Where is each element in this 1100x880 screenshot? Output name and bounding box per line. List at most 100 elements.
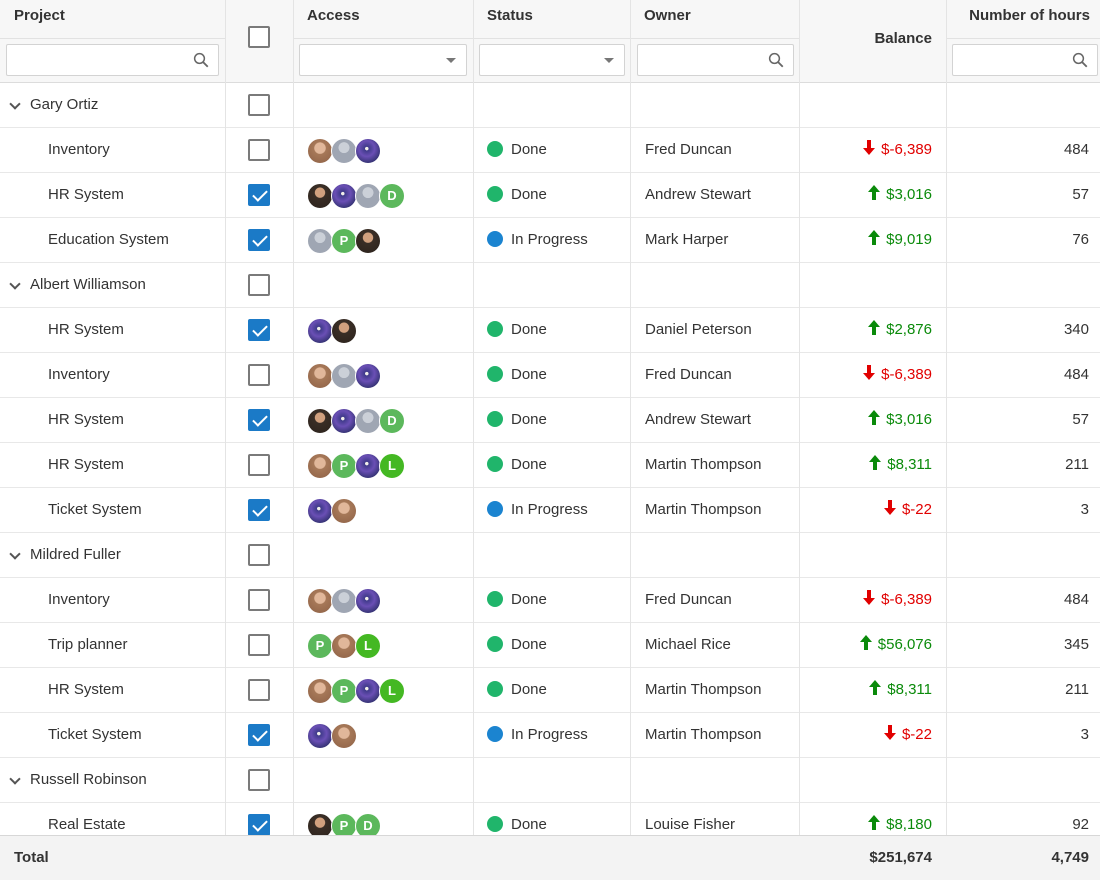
status-dot-icon <box>487 816 503 832</box>
row-checkbox[interactable] <box>248 814 270 836</box>
avatar[interactable] <box>307 723 333 749</box>
row-checkbox[interactable] <box>248 229 270 251</box>
avatar-initial[interactable]: L <box>379 453 405 479</box>
avatar[interactable] <box>331 408 357 434</box>
avatar[interactable] <box>331 498 357 524</box>
column-header-access[interactable]: Access <box>293 0 473 83</box>
group-checkbox[interactable] <box>248 769 270 791</box>
arrow-up-icon <box>868 815 881 831</box>
column-label-owner: Owner <box>644 7 691 24</box>
owner-name: Martin Thompson <box>645 501 762 518</box>
table-row[interactable]: Inventory Done Fred Duncan $-6,389 484 <box>0 128 1100 173</box>
status-cell: In Progress <box>487 713 588 757</box>
table-row[interactable]: Inventory Done Fred Duncan $-6,389 484 <box>0 353 1100 398</box>
avatar-initial[interactable]: L <box>379 678 405 704</box>
project-filter-input[interactable] <box>6 44 219 76</box>
table-row[interactable]: HR System D Done Andrew Stewart $3,016 57 <box>0 398 1100 443</box>
row-checkbox[interactable] <box>248 499 270 521</box>
balance-total: $251,674 <box>869 849 932 866</box>
avatar[interactable] <box>307 588 333 614</box>
row-checkbox[interactable] <box>248 184 270 206</box>
avatar[interactable] <box>307 318 333 344</box>
balance-value: $9,019 <box>886 231 932 248</box>
avatar[interactable] <box>307 183 333 209</box>
balance-cell: $-22 <box>799 488 932 532</box>
avatar[interactable] <box>355 453 381 479</box>
balance-cell: $56,076 <box>799 623 932 667</box>
access-filter-select[interactable] <box>299 44 467 76</box>
select-all-checkbox[interactable] <box>248 26 270 48</box>
group-row[interactable]: Albert Williamson <box>0 263 1100 308</box>
avatar[interactable] <box>355 408 381 434</box>
avatar[interactable] <box>331 588 357 614</box>
avatar[interactable] <box>307 453 333 479</box>
table-row[interactable]: Ticket System In Progress Martin Thompson $… <box>0 488 1100 533</box>
table-row[interactable]: Trip planner P L Done Michael Rice $56,076 345 <box>0 623 1100 668</box>
avatar[interactable] <box>331 723 357 749</box>
row-checkbox[interactable] <box>248 724 270 746</box>
balance-value: $2,876 <box>886 321 932 338</box>
avatar[interactable] <box>331 183 357 209</box>
table-row[interactable]: HR System P L Done Martin Thompson $8,311 211 <box>0 443 1100 488</box>
avatar[interactable] <box>307 363 333 389</box>
column-header-owner[interactable]: Owner <box>630 0 799 83</box>
owner-name: Martin Thompson <box>645 726 762 743</box>
avatar[interactable] <box>307 408 333 434</box>
chevron-down-icon[interactable] <box>9 773 21 785</box>
table-row[interactable]: HR System D Done Andrew Stewart $3,016 57 <box>0 173 1100 218</box>
avatar-initial[interactable]: L <box>355 633 381 659</box>
group-row[interactable]: Gary Ortiz <box>0 83 1100 128</box>
avatar-initial[interactable]: P <box>331 228 357 254</box>
column-header-status[interactable]: Status <box>473 0 630 83</box>
table-row[interactable]: Education System P In Progress Mark Harper $… <box>0 218 1100 263</box>
avatar[interactable] <box>355 588 381 614</box>
row-checkbox[interactable] <box>248 634 270 656</box>
group-checkbox[interactable] <box>248 94 270 116</box>
group-checkbox[interactable] <box>248 544 270 566</box>
row-checkbox[interactable] <box>248 409 270 431</box>
avatar[interactable] <box>331 363 357 389</box>
avatar[interactable] <box>355 183 381 209</box>
table-row[interactable]: Inventory Done Fred Duncan $-6,389 484 <box>0 578 1100 623</box>
row-checkbox[interactable] <box>248 364 270 386</box>
avatar[interactable] <box>331 138 357 164</box>
status-filter-select[interactable] <box>479 44 625 76</box>
avatar[interactable] <box>331 633 357 659</box>
avatar-initial[interactable]: D <box>379 183 405 209</box>
group-row[interactable]: Russell Robinson <box>0 758 1100 803</box>
column-header-hours[interactable]: Number of hours <box>946 0 1100 83</box>
row-checkbox[interactable] <box>248 454 270 476</box>
row-checkbox[interactable] <box>248 319 270 341</box>
owner-filter-input[interactable] <box>637 44 794 76</box>
avatar[interactable] <box>355 363 381 389</box>
avatar[interactable] <box>307 678 333 704</box>
row-checkbox[interactable] <box>248 139 270 161</box>
column-header-project[interactable]: Project <box>0 0 226 83</box>
group-checkbox[interactable] <box>248 274 270 296</box>
avatar[interactable] <box>307 498 333 524</box>
row-checkbox[interactable] <box>248 589 270 611</box>
avatar-initial[interactable]: P <box>331 678 357 704</box>
balance-value: $-22 <box>901 726 932 743</box>
column-header-balance[interactable]: Balance <box>799 0 946 83</box>
avatar[interactable] <box>355 138 381 164</box>
group-row[interactable]: Mildred Fuller <box>0 533 1100 578</box>
table-row[interactable]: Ticket System In Progress Martin Thompson $… <box>0 713 1100 758</box>
row-checkbox[interactable] <box>248 679 270 701</box>
avatar[interactable] <box>307 138 333 164</box>
chevron-down-icon[interactable] <box>9 548 21 560</box>
hours-value: 484 <box>1063 591 1089 608</box>
avatar-initial[interactable]: P <box>331 453 357 479</box>
status-dot-icon <box>487 636 503 652</box>
avatar-initial[interactable]: D <box>379 408 405 434</box>
chevron-down-icon[interactable] <box>9 98 21 110</box>
avatar[interactable] <box>355 678 381 704</box>
table-row[interactable]: HR System Done Daniel Peterson $2,876 340 <box>0 308 1100 353</box>
table-row[interactable]: HR System P L Done Martin Thompson $8,311 211 <box>0 668 1100 713</box>
hours-filter-input[interactable] <box>952 44 1098 76</box>
chevron-down-icon[interactable] <box>9 278 21 290</box>
avatar[interactable] <box>331 318 357 344</box>
avatar[interactable] <box>355 228 381 254</box>
avatar[interactable] <box>307 228 333 254</box>
avatar-initial[interactable]: P <box>307 633 333 659</box>
